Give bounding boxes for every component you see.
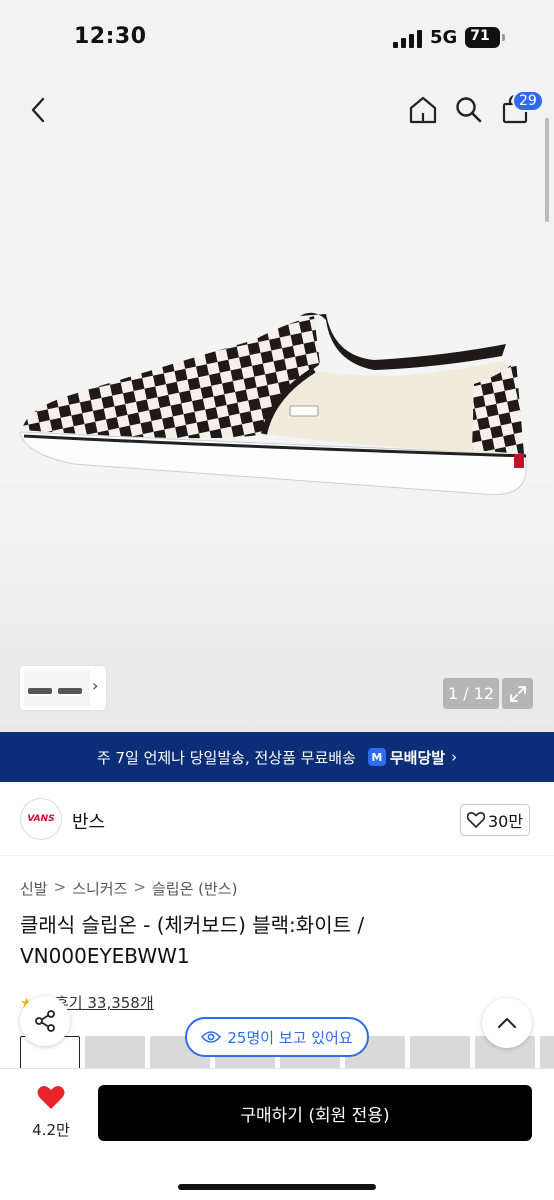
battery-level: 71 (470, 28, 490, 44)
chevron-right-icon[interactable]: › (92, 676, 98, 695)
brand-logo[interactable]: VANS (20, 798, 62, 840)
variant-thumbnail[interactable] (410, 1036, 470, 1072)
battery-icon: 71 (465, 27, 505, 48)
breadcrumb-separator: > (133, 878, 146, 896)
network-label: 5G (430, 27, 458, 48)
scroll-indicator (545, 118, 549, 222)
expand-button[interactable] (502, 678, 533, 709)
breadcrumb-item[interactable]: 신발 (20, 878, 48, 899)
breadcrumb: 신발 > 스니커즈 > 슬립온 (반스) (20, 878, 237, 899)
search-icon (456, 97, 482, 123)
variant-thumbnail[interactable] (85, 1036, 145, 1072)
promo-badge-icon: M (367, 748, 386, 766)
thumbnail-shoe (28, 688, 82, 696)
home-icon (409, 96, 437, 124)
purchase-bar: 4.2만 구매하기 (회원 전용) (0, 1068, 554, 1200)
viewers-indicator: 25명이 보고 있어요 (185, 1017, 369, 1057)
brand-like-count: 30만 (487, 812, 524, 831)
viewers-text: 25명이 보고 있어요 (227, 1028, 353, 1047)
cart-count-badge: 29 (512, 90, 544, 112)
share-icon (35, 1010, 55, 1032)
product-image (19, 312, 527, 496)
eye-icon (201, 1031, 222, 1043)
variant-thumbnail[interactable] (540, 1036, 554, 1072)
home-indicator (178, 1184, 376, 1190)
wishlist-button[interactable]: 4.2만 (22, 1085, 80, 1143)
search-button[interactable] (452, 92, 486, 128)
promo-brand: 무배당발 (389, 748, 446, 767)
brand-row: VANS 반스 30만 (0, 782, 554, 856)
chevron-right-icon: › (451, 748, 458, 766)
brand-name[interactable]: 반스 (72, 808, 105, 834)
chevron-left-icon (31, 97, 45, 123)
review-count-link[interactable]: 후기 33,358개 (55, 992, 154, 1013)
shipping-promo-banner[interactable]: 주 7일 언제나 당일발송, 전상품 무료배송 M 무배당발 › (0, 732, 554, 782)
heart-outline-icon (466, 812, 485, 828)
breadcrumb-item[interactable]: 슬립온 (반스) (152, 878, 237, 899)
status-bar: 12:30 5G 71 (0, 0, 554, 70)
promo-text: 주 7일 언제나 당일발송, 전상품 무료배송 (96, 748, 356, 767)
home-button[interactable] (406, 92, 440, 128)
breadcrumb-item[interactable]: 스니커즈 (72, 878, 127, 899)
back-button[interactable] (22, 92, 54, 128)
image-counter: 1 / 12 (443, 678, 499, 709)
breadcrumb-separator: > (53, 878, 67, 896)
expand-icon (509, 685, 526, 702)
product-title: 클래식 슬립온 - (체커보드) 블랙:화이트 / VN000EYEBWW1 (20, 913, 365, 968)
brand-like-button[interactable]: 30만 (460, 804, 530, 836)
thumbnail-strip[interactable]: › (20, 666, 106, 710)
heart-filled-icon (37, 1085, 65, 1109)
scroll-to-top-button[interactable] (482, 998, 532, 1048)
signal-icon (393, 30, 422, 48)
wishlist-count: 4.2만 (32, 1121, 70, 1139)
chevron-up-icon (498, 1018, 516, 1028)
share-button[interactable] (20, 996, 70, 1046)
status-time: 12:30 (74, 24, 147, 49)
brand-logo-text: VANS (27, 814, 55, 824)
buy-button[interactable]: 구매하기 (회원 전용) (98, 1085, 532, 1141)
product-gallery[interactable]: 29 › 1 / 12 (0, 70, 554, 732)
thumbnail-image[interactable] (24, 670, 90, 706)
